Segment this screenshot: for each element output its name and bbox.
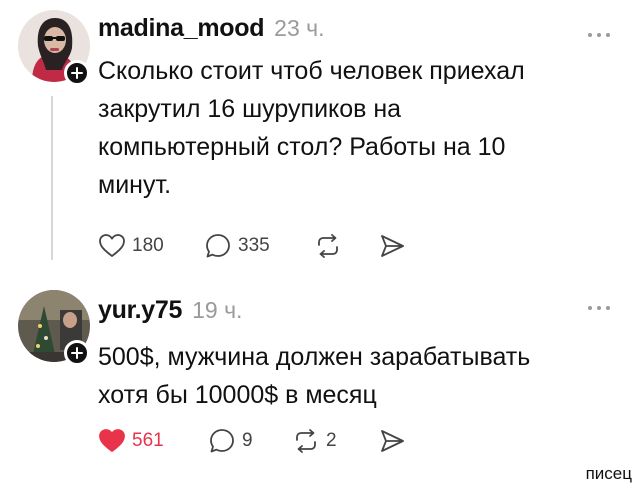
- reply-count: 335: [238, 235, 270, 256]
- share-button[interactable]: [378, 428, 406, 454]
- post-madina-mood: madina_mood 23 ч. Сколько стоит чтоб чел…: [0, 0, 640, 272]
- follow-plus-button[interactable]: [64, 340, 90, 366]
- post-time: 23 ч.: [274, 15, 325, 41]
- dot: [597, 33, 601, 37]
- reply-bubble-icon: [206, 234, 230, 258]
- post-text: 500$, мужчина должен зарабатывать хотя б…: [98, 343, 531, 409]
- avatar-container[interactable]: [18, 290, 90, 366]
- post-header: yur.y75 19 ч.: [98, 296, 242, 325]
- thread-line: [51, 96, 53, 260]
- repost-icon: [296, 429, 316, 453]
- dot: [606, 33, 610, 37]
- dot: [606, 306, 610, 310]
- post-yur-y75: yur.y75 19 ч. 500$, мужчина должен зараб…: [0, 282, 640, 472]
- reply-bubble-icon: [210, 429, 234, 453]
- repost-count: 2: [326, 430, 337, 451]
- reply-button[interactable]: 335: [204, 232, 314, 260]
- repost-button[interactable]: 2: [292, 427, 378, 455]
- like-button[interactable]: 180: [98, 233, 204, 259]
- like-count: 180: [132, 235, 164, 256]
- plus-icon: [71, 347, 83, 359]
- reply-count: 9: [242, 430, 253, 451]
- username[interactable]: madina_mood: [98, 14, 264, 43]
- share-button[interactable]: [378, 233, 406, 259]
- follow-plus-button[interactable]: [64, 60, 90, 86]
- repost-button[interactable]: [314, 232, 378, 260]
- heart-outline-icon: [99, 234, 125, 257]
- action-bar: 561 9 2: [98, 424, 406, 458]
- dot: [588, 33, 592, 37]
- action-bar: 180 335: [98, 229, 406, 263]
- plus-icon: [71, 67, 83, 79]
- share-icon: [381, 430, 404, 452]
- more-options-button[interactable]: [588, 306, 610, 310]
- watermark: писец: [585, 464, 632, 483]
- share-icon: [381, 235, 404, 257]
- repost-icon: [318, 234, 338, 258]
- post-time: 19 ч.: [192, 297, 243, 323]
- reply-button[interactable]: 9: [208, 427, 292, 455]
- like-count: 561: [132, 430, 164, 451]
- post-header: madina_mood 23 ч.: [98, 14, 325, 43]
- dot: [597, 306, 601, 310]
- username[interactable]: yur.y75: [98, 296, 182, 325]
- like-button[interactable]: 561: [98, 428, 208, 454]
- heart-filled-icon: [99, 429, 125, 452]
- post-text: Сколько стоит чтоб человек приехал закру…: [98, 57, 525, 199]
- dot: [588, 306, 592, 310]
- more-options-button[interactable]: [588, 33, 610, 37]
- avatar-container[interactable]: [18, 10, 90, 86]
